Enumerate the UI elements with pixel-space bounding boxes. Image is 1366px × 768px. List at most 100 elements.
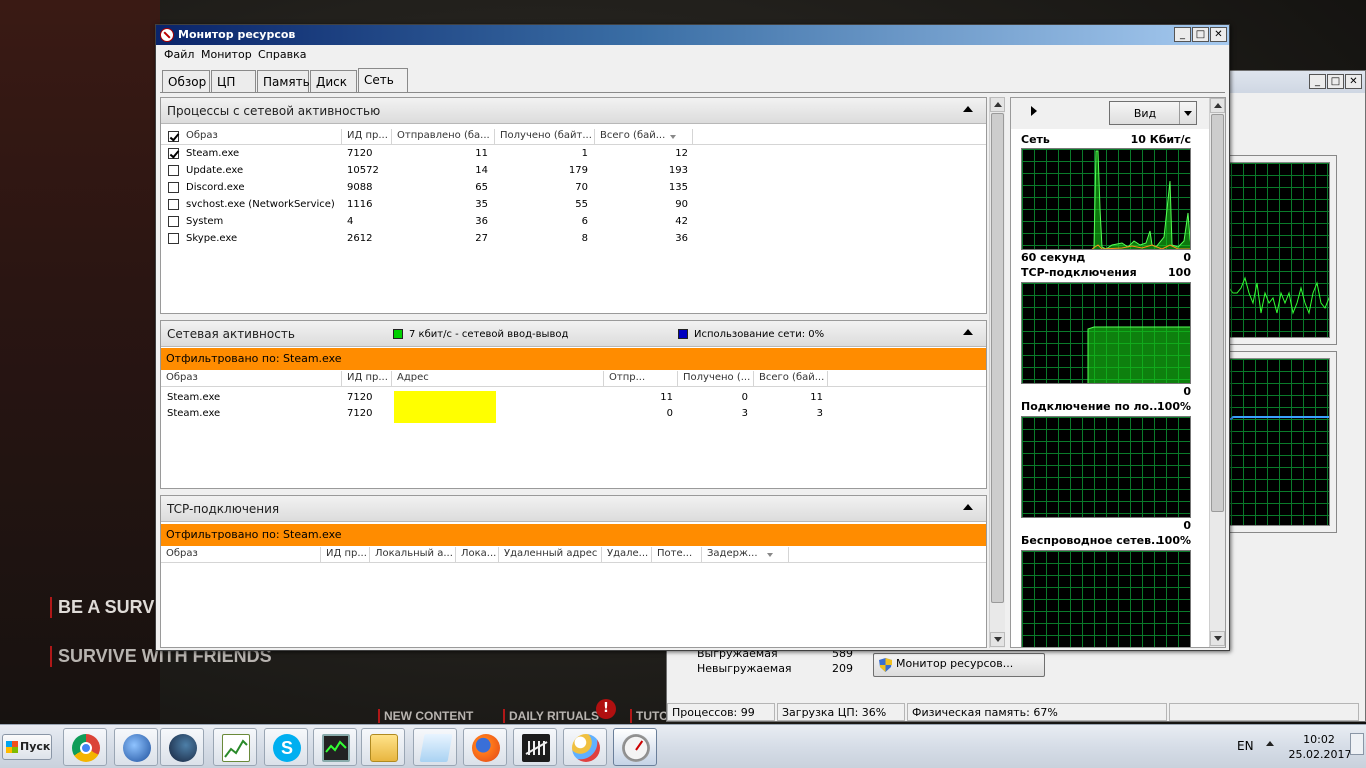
tab-network[interactable]: Сеть: [358, 68, 408, 93]
col-local-port[interactable]: Лока...: [456, 547, 499, 562]
collapse-tcp-icon[interactable]: [963, 504, 973, 510]
network-activity-panel: Сетевая активность 7 кбит/с - сетевой вв…: [160, 320, 987, 489]
col-sent[interactable]: Отпр...: [604, 371, 678, 386]
table-row[interactable]: Skype.exe 2612 27 8 36: [161, 231, 986, 248]
row-checkbox[interactable]: [168, 216, 179, 227]
row-checkbox[interactable]: [168, 233, 179, 244]
row-checkbox[interactable]: [168, 199, 179, 210]
window-titlebar[interactable]: Монитор ресурсов _ □ ✕: [156, 25, 1229, 45]
process-received: 8: [581, 233, 588, 244]
show-desktop-button[interactable]: [1350, 733, 1364, 755]
task-manager-minimize-button[interactable]: _: [1309, 74, 1326, 89]
thunderbird-icon: [123, 734, 151, 762]
table-row[interactable]: Steam.exe 7120 11 1 12: [161, 146, 986, 163]
select-all-checkbox[interactable]: [168, 131, 179, 142]
nav-daily-rituals[interactable]: DAILY RITUALS: [503, 709, 599, 723]
row-checkbox[interactable]: [168, 148, 179, 159]
start-button-label: Пуск: [20, 740, 51, 753]
process-pid: 10572: [347, 165, 379, 176]
col-packet-loss[interactable]: Поте...: [652, 547, 702, 562]
taskbar-explorer[interactable]: [361, 728, 405, 766]
col-local-address[interactable]: Локальный а...: [370, 547, 456, 562]
minimize-button[interactable]: _: [1174, 27, 1191, 42]
nav-new-content[interactable]: NEW CONTENT: [378, 709, 473, 723]
tab-overview[interactable]: Обзор: [162, 70, 210, 92]
nav-tutorial[interactable]: TUTO: [630, 709, 668, 723]
taskbar-system-monitor[interactable]: [313, 728, 357, 766]
taskbar-notepad[interactable]: [413, 728, 457, 766]
graphs-scroll-down-icon[interactable]: [1210, 631, 1225, 646]
collapse-network-icon[interactable]: [963, 329, 973, 335]
language-indicator[interactable]: EN: [1237, 739, 1254, 753]
collapse-processes-icon[interactable]: [963, 106, 973, 112]
col-pid[interactable]: ИД пр...: [342, 371, 392, 386]
resource-monitor-button[interactable]: Монитор ресурсов...: [873, 653, 1045, 677]
table-row[interactable]: Update.exe 10572 14 179 193: [161, 163, 986, 180]
connection-sent: 0: [666, 408, 673, 419]
taskbar-firefox[interactable]: [463, 728, 507, 766]
row-checkbox[interactable]: [168, 182, 179, 193]
tcp-connections-header[interactable]: TCP-подключения: [161, 496, 986, 522]
menu-file[interactable]: Файл: [164, 48, 194, 61]
network-usage-legend-swatch: [678, 329, 688, 339]
table-row[interactable]: Steam.exe 7120 11 0 11: [161, 390, 986, 407]
maximize-button[interactable]: □: [1192, 27, 1209, 42]
col-remote-address[interactable]: Удаленный адрес: [499, 547, 602, 562]
col-address[interactable]: Адрес: [392, 371, 604, 386]
taskbar-resource-monitor[interactable]: [613, 728, 657, 766]
menu-help[interactable]: Справка: [258, 48, 306, 61]
taskbar-skype[interactable]: S: [264, 728, 308, 766]
close-button[interactable]: ✕: [1210, 27, 1227, 42]
processes-panel-header[interactable]: Процессы с сетевой активностью: [161, 98, 986, 124]
taskbar-graph-editor[interactable]: [213, 728, 257, 766]
game-tagline: BE A SURVI: [50, 597, 159, 618]
clock-time[interactable]: 10:02: [1298, 733, 1340, 746]
taskbar-steam[interactable]: [160, 728, 204, 766]
show-hidden-icons-icon[interactable]: [1266, 741, 1274, 746]
scroll-up-icon[interactable]: [990, 97, 1005, 112]
graphs-scroll-thumb[interactable]: [1211, 114, 1224, 512]
network-activity-header[interactable]: Сетевая активность 7 кбит/с - сетевой вв…: [161, 321, 986, 347]
col-image[interactable]: Образ: [161, 547, 321, 562]
col-pid[interactable]: ИД пр...: [342, 129, 392, 144]
col-image[interactable]: Образ: [181, 129, 342, 144]
graphs-scroll-up-icon[interactable]: [1210, 98, 1225, 113]
col-total[interactable]: Всего (бай...: [595, 129, 693, 144]
view-dropdown-arrow-icon[interactable]: [1179, 102, 1196, 124]
col-received[interactable]: Получено (байт...: [495, 129, 595, 144]
start-button[interactable]: Пуск: [2, 734, 52, 760]
task-manager-maximize-button[interactable]: □: [1327, 74, 1344, 89]
tab-memory[interactable]: Память: [257, 70, 310, 92]
taskbar-dead-by-daylight[interactable]: [513, 728, 557, 766]
taskbar-chrome[interactable]: [63, 728, 107, 766]
task-manager-close-button[interactable]: ✕: [1345, 74, 1362, 89]
resource-monitor-window: Монитор ресурсов _ □ ✕ Файл Монитор Спра…: [155, 24, 1230, 651]
clock-date[interactable]: 25.02.2017: [1284, 748, 1356, 761]
col-remote-port[interactable]: Удале...: [602, 547, 652, 562]
tab-disk[interactable]: Диск: [310, 70, 357, 92]
taskbar-paint[interactable]: [563, 728, 607, 766]
col-total[interactable]: Всего (бай...: [754, 371, 828, 386]
table-row[interactable]: Steam.exe 7120 0 3 3: [161, 406, 986, 423]
scroll-down-icon[interactable]: [990, 632, 1005, 647]
main-scrollbar[interactable]: [989, 97, 1005, 648]
status-cpu: Загрузка ЦП: 36%: [777, 703, 905, 721]
col-pid[interactable]: ИД пр...: [321, 547, 370, 562]
process-name: System: [186, 216, 224, 227]
graphs-scrollbar[interactable]: [1209, 98, 1225, 647]
view-dropdown[interactable]: Вид: [1109, 101, 1197, 125]
table-row[interactable]: svchost.exe (NetworkService) 1116 35 55 …: [161, 197, 986, 214]
expand-graphs-icon[interactable]: [1031, 106, 1037, 116]
taskbar-thunderbird[interactable]: [114, 728, 158, 766]
table-row[interactable]: System 4 36 6 42: [161, 214, 986, 231]
menu-monitor[interactable]: Монитор: [201, 48, 252, 61]
col-latency[interactable]: Задерж...: [702, 547, 789, 562]
col-image[interactable]: Образ: [161, 371, 342, 386]
row-checkbox[interactable]: [168, 165, 179, 176]
process-received: 1: [581, 148, 588, 159]
tab-cpu[interactable]: ЦП: [211, 70, 256, 92]
col-received[interactable]: Получено (...: [678, 371, 754, 386]
col-sent[interactable]: Отправлено (ба...: [392, 129, 495, 144]
scroll-thumb[interactable]: [991, 113, 1004, 603]
table-row[interactable]: Discord.exe 9088 65 70 135: [161, 180, 986, 197]
